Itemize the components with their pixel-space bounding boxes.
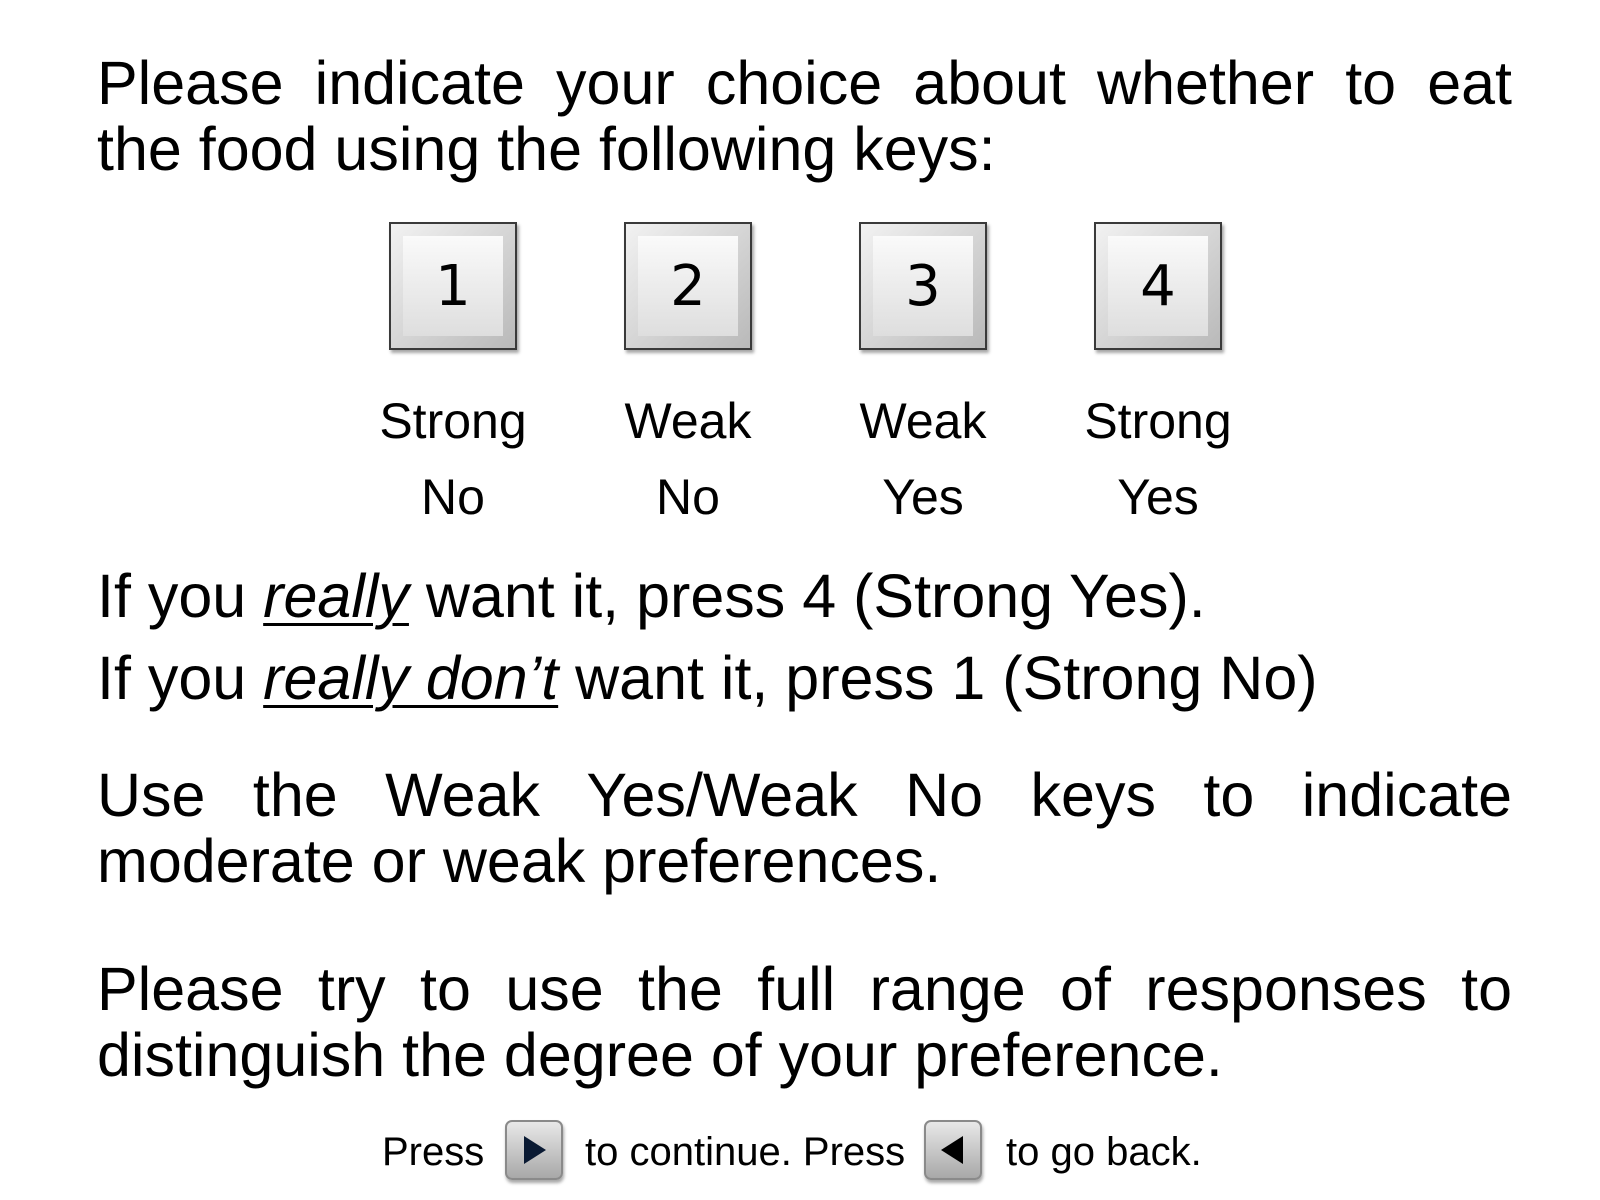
- key-2-label: Weak No: [588, 383, 788, 535]
- response-key-1[interactable]: 1 Strong No: [353, 222, 553, 535]
- strong-yes-prefix: If you: [97, 562, 264, 630]
- back-button[interactable]: [924, 1120, 982, 1180]
- key-3-number: 3: [873, 236, 973, 336]
- key-2-label-bottom: No: [656, 469, 720, 525]
- play-right-icon: [524, 1136, 546, 1164]
- key-4-button[interactable]: 4: [1094, 222, 1222, 350]
- key-2-button[interactable]: 2: [624, 222, 752, 350]
- response-key-3[interactable]: 3 Weak Yes: [823, 222, 1023, 535]
- full-range-note: Please try to use the full range of resp…: [97, 955, 1512, 1089]
- key-3-label-bottom: Yes: [882, 469, 964, 525]
- strong-yes-instruction: If you really want it, press 4 (Strong Y…: [97, 563, 1206, 629]
- strong-no-instruction: If you really don’t want it, press 1 (St…: [97, 645, 1318, 711]
- key-3-label: Weak Yes: [823, 383, 1023, 535]
- key-1-label-top: Strong: [379, 393, 527, 449]
- play-left-icon: [941, 1136, 963, 1164]
- key-1-label: Strong No: [353, 383, 553, 535]
- key-4-label-top: Strong: [1084, 393, 1232, 449]
- strong-yes-emphasis: really: [263, 562, 409, 630]
- navigation-footer: Press to continue. Press to go back.: [0, 1120, 1600, 1190]
- key-4-label: Strong Yes: [1058, 383, 1258, 535]
- intro-text: Please indicate your choice about whethe…: [97, 49, 1512, 183]
- response-key-4[interactable]: 4 Strong Yes: [1058, 222, 1258, 535]
- key-4-number: 4: [1108, 236, 1208, 336]
- footer-continue-label: to continue. Press: [585, 1130, 906, 1174]
- continue-button[interactable]: [505, 1120, 563, 1180]
- response-keys: 1 Strong No 2 Weak No 3 Weak Yes 4 Stron…: [0, 222, 1600, 525]
- key-1-number: 1: [403, 236, 503, 336]
- key-4-label-bottom: Yes: [1117, 469, 1199, 525]
- weak-preference-note: Use the Weak Yes/Weak No keys to indicat…: [97, 761, 1512, 895]
- key-2-number: 2: [638, 236, 738, 336]
- key-2-label-top: Weak: [624, 393, 752, 449]
- strong-yes-suffix: want it, press 4 (Strong Yes).: [408, 562, 1206, 630]
- footer-back-label: to go back.: [1006, 1130, 1202, 1174]
- key-3-button[interactable]: 3: [859, 222, 987, 350]
- footer-press-label: Press: [382, 1130, 485, 1174]
- response-key-2[interactable]: 2 Weak No: [588, 222, 788, 535]
- strong-no-prefix: If you: [97, 644, 264, 712]
- key-1-label-bottom: No: [421, 469, 485, 525]
- key-1-button[interactable]: 1: [389, 222, 517, 350]
- strong-no-suffix: want it, press 1 (Strong No): [558, 644, 1318, 712]
- strong-no-emphasis: really don’t: [263, 644, 559, 712]
- key-3-label-top: Weak: [859, 393, 987, 449]
